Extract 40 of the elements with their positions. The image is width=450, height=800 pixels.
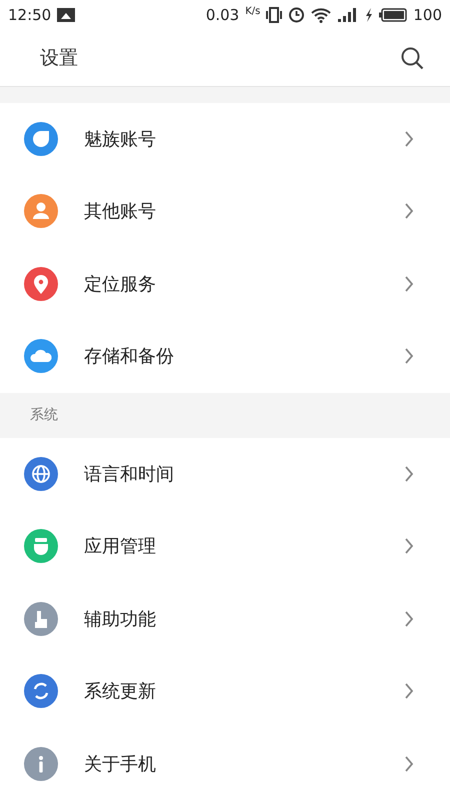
item-label: 存储和备份 <box>84 345 175 368</box>
settings-item[interactable]: 应用管理 <box>0 510 450 582</box>
item-label: 关于手机 <box>84 752 157 776</box>
settings-item[interactable]: 其他账号 <box>0 175 450 248</box>
chevron-icon <box>404 274 414 293</box>
search-icon[interactable] <box>400 46 424 70</box>
wifi-icon <box>311 6 332 23</box>
item-label: 辅助功能 <box>84 608 157 631</box>
settings-item[interactable]: 系统更新 <box>0 655 450 728</box>
speed-unit: K/s <box>245 6 260 18</box>
network-speed: 0.03 <box>206 6 240 24</box>
page-title: 设置 <box>40 46 79 71</box>
settings-item[interactable]: 语言和时间 <box>0 438 450 510</box>
settings-item[interactable]: 辅助功能 <box>0 582 450 655</box>
item-label: 定位服务 <box>84 272 157 296</box>
chevron-icon <box>404 537 414 556</box>
chevron-icon <box>404 610 414 628</box>
chevron-icon <box>404 682 414 700</box>
charging-icon <box>365 8 374 22</box>
battery-icon <box>379 8 408 22</box>
chevron-icon <box>404 347 414 366</box>
settings-item[interactable]: 存储和备份 <box>0 320 450 393</box>
settings-item[interactable]: 定位服务 <box>0 248 450 320</box>
settings-item[interactable]: 魅族账号 <box>0 102 450 176</box>
chevron-icon <box>404 754 414 773</box>
item-label: 系统更新 <box>84 680 157 704</box>
image-icon <box>57 8 76 22</box>
item-label: 语言和时间 <box>84 462 175 486</box>
chevron-icon <box>404 464 414 483</box>
section-title: 系统 <box>30 406 58 424</box>
chevron-icon <box>404 202 414 220</box>
status-time: 12:50 <box>8 6 52 24</box>
item-label: 应用管理 <box>84 535 157 558</box>
chevron-icon <box>404 130 414 148</box>
item-label: 其他账号 <box>84 200 157 224</box>
vibrate-icon <box>266 6 282 23</box>
settings-item[interactable]: 关于手机 <box>0 728 450 800</box>
alarm-icon <box>288 6 306 24</box>
item-label: 魅族账号 <box>84 128 157 151</box>
battery-level: 100 <box>413 6 442 24</box>
